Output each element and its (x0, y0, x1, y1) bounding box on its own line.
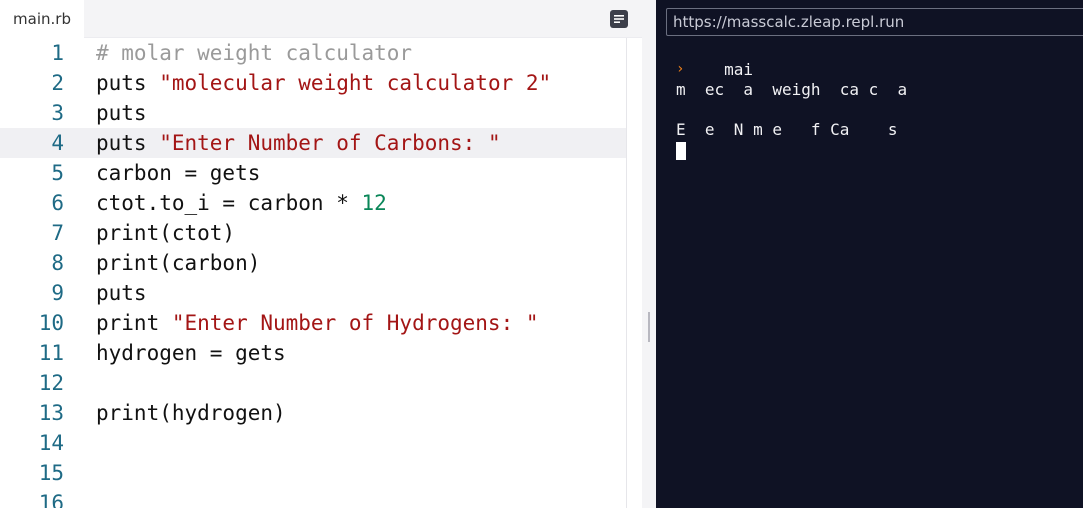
code-line[interactable]: 12 (0, 368, 626, 398)
console-output-line: E e N m e f Ca s (676, 120, 898, 139)
hamburger-menu-icon[interactable] (610, 10, 628, 28)
code-line[interactable]: 11 hydrogen = gets (0, 338, 626, 368)
code-line[interactable]: 3 puts (0, 98, 626, 128)
code-token: carbon = gets (96, 161, 261, 185)
code-area[interactable]: 1 # molar weight calculator 2 puts "molecul… (0, 38, 626, 508)
code-text[interactable]: print(carbon) (96, 248, 260, 278)
console-output-line: m ec a weigh ca c a (676, 80, 908, 99)
code-text[interactable]: print(ctot) (96, 218, 235, 248)
code-line[interactable]: 5 carbon = gets (0, 158, 626, 188)
drag-handle[interactable] (648, 312, 650, 342)
code-text[interactable]: puts "Enter Number of Carbons: " (96, 128, 501, 158)
code-line[interactable]: 1 # molar weight calculator (0, 38, 626, 68)
code-text[interactable]: puts (96, 98, 147, 128)
number-token: 12 (361, 191, 387, 215)
line-number: 2 (51, 71, 64, 95)
console-output-line: mai (676, 60, 754, 79)
line-number: 14 (38, 431, 64, 455)
code-line[interactable]: 13 print(hydrogen) (0, 398, 626, 428)
console-pane[interactable]: https://masscalc.zleap.repl.run › mai m e… (656, 0, 1083, 508)
url-bar[interactable]: https://masscalc.zleap.repl.run (666, 8, 1083, 36)
file-tab-label: main.rb (13, 10, 71, 28)
pane-divider[interactable] (642, 0, 656, 508)
console-cursor[interactable] (676, 142, 686, 160)
string-token: "Enter Number of Hydrogens: " (171, 311, 539, 335)
line-number: 16 (38, 491, 64, 508)
line-number: 9 (51, 281, 64, 305)
code-line[interactable]: 8 print(carbon) (0, 248, 626, 278)
editor-pane[interactable]: main.rb 1 # molar weight calculator 2 puts … (0, 0, 642, 508)
editor-tab-bar: main.rb (0, 0, 642, 38)
line-number: 13 (38, 401, 64, 425)
line-number: 5 (51, 161, 64, 185)
code-token: puts (96, 71, 160, 95)
code-line[interactable]: 9 puts (0, 278, 626, 308)
file-tab-main-rb[interactable]: main.rb (0, 0, 84, 38)
code-line[interactable]: 14 (0, 428, 626, 458)
code-token: puts (96, 101, 147, 125)
code-line[interactable]: 2 puts "molecular weight calculator 2" (0, 68, 626, 98)
code-token: ctot.to_i = carbon * (96, 191, 362, 215)
line-number: 12 (38, 371, 64, 395)
code-line[interactable]: 15 (0, 458, 626, 488)
line-number: 15 (38, 461, 64, 485)
code-line[interactable]: 7 print(ctot) (0, 218, 626, 248)
line-number: 1 (51, 41, 64, 65)
code-line[interactable]: 6 ctot.to_i = carbon * 12 (0, 188, 626, 218)
line-number: 10 (38, 311, 64, 335)
line-number: 8 (51, 251, 64, 275)
code-token: print(hydrogen) (96, 401, 286, 425)
line-number: 4 (51, 131, 64, 155)
code-token: hydrogen = gets (96, 341, 286, 365)
code-text[interactable]: puts "molecular weight calculator 2" (96, 68, 551, 98)
code-text[interactable]: print(hydrogen) (96, 398, 286, 428)
code-text[interactable]: carbon = gets (96, 158, 260, 188)
code-token: print(ctot) (96, 221, 236, 245)
code-text[interactable]: # molar weight calculator (96, 38, 412, 68)
code-line[interactable]: 4 puts "Enter Number of Carbons: " (0, 128, 626, 158)
line-number: 11 (38, 341, 64, 365)
code-text[interactable]: hydrogen = gets (96, 338, 286, 368)
code-text[interactable]: puts (96, 278, 147, 308)
code-token: puts (96, 281, 147, 305)
string-token: "Enter Number of Carbons: " (159, 131, 501, 155)
code-token: print(carbon) (96, 251, 261, 275)
line-number: 6 (51, 191, 64, 215)
code-text[interactable]: ctot.to_i = carbon * 12 (96, 188, 387, 218)
comment-token: # molar weight calculator (96, 41, 413, 65)
string-token: "molecular weight calculator 2" (159, 71, 552, 95)
editor-scrollbar[interactable] (626, 38, 627, 508)
code-token: puts (96, 131, 160, 155)
code-line[interactable]: 10 print "Enter Number of Hydrogens: " (0, 308, 626, 338)
line-number: 7 (51, 221, 64, 245)
code-token: print (96, 311, 172, 335)
code-text[interactable]: print "Enter Number of Hydrogens: " (96, 308, 539, 338)
line-number: 3 (51, 101, 64, 125)
code-line[interactable]: 16 (0, 488, 626, 508)
